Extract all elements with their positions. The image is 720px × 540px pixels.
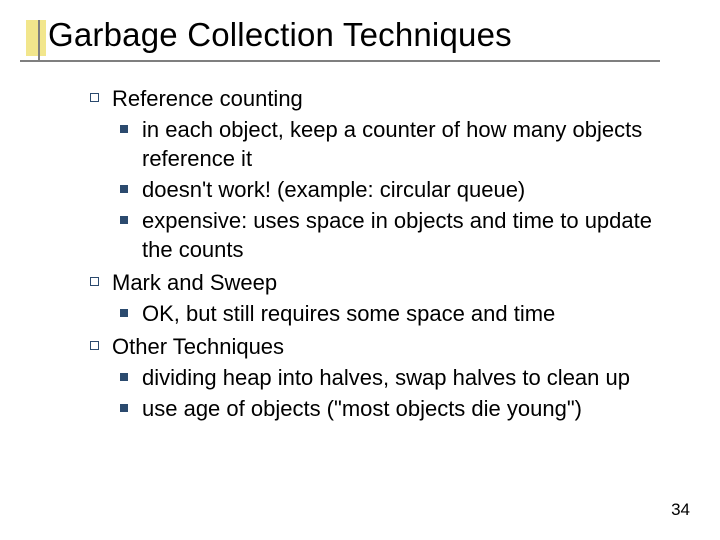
- list-item: Other Techniques: [90, 332, 680, 361]
- page-number: 34: [671, 500, 690, 520]
- page-title: Garbage Collection Techniques: [38, 16, 700, 54]
- list-item: Mark and Sweep: [90, 268, 680, 297]
- title-wrap: Garbage Collection Techniques: [38, 16, 700, 54]
- list-item: OK, but still requires some space and ti…: [120, 299, 680, 328]
- list-item: doesn't work! (example: circular queue): [120, 175, 680, 204]
- slide-content: Reference counting in each object, keep …: [90, 80, 680, 423]
- list-item: use age of objects ("most objects die yo…: [120, 394, 680, 423]
- list-item: Reference counting: [90, 84, 680, 113]
- list-item: expensive: uses space in objects and tim…: [120, 206, 680, 264]
- list-item: dividing heap into halves, swap halves t…: [120, 363, 680, 392]
- title-underline: [20, 60, 660, 62]
- list-item: in each object, keep a counter of how ma…: [120, 115, 680, 173]
